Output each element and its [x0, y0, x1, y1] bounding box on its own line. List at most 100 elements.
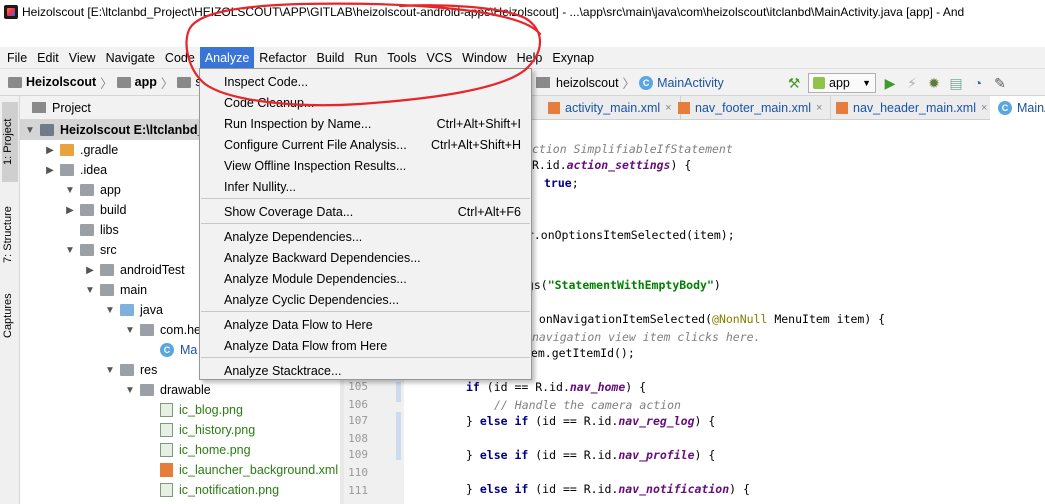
analyze-menu-item[interactable]: Analyze Backward Dependencies...: [200, 247, 531, 268]
menu-file[interactable]: File: [2, 47, 32, 69]
close-icon[interactable]: ×: [981, 102, 987, 114]
coverage-icon[interactable]: ▤: [948, 75, 964, 91]
tree-node[interactable]: ic_history.png: [20, 420, 255, 440]
code-token: nav_home: [569, 380, 626, 394]
analyze-menu-item[interactable]: Inspect Code...: [200, 71, 531, 92]
line-number: 106: [348, 398, 368, 411]
tree-node[interactable]: ▼ drawable: [20, 380, 211, 400]
chevron-right-icon[interactable]: ▶: [44, 145, 56, 156]
chevron-down-icon[interactable]: ▼: [104, 365, 116, 376]
menu-exynap[interactable]: Exynap: [547, 47, 599, 69]
menu-navigate[interactable]: Navigate: [101, 47, 160, 69]
editor-tab[interactable]: nav_footer_main.xml ×: [670, 96, 832, 120]
menu-view[interactable]: View: [64, 47, 101, 69]
tab-project[interactable]: 1: Project: [2, 102, 18, 182]
tree-node[interactable]: ic_launcher_background.xml: [20, 460, 338, 480]
analyze-menu-item[interactable]: Analyze Data Flow from Here: [200, 335, 531, 356]
chevron-down-icon[interactable]: ▼: [124, 325, 136, 336]
profiler-icon[interactable]: ◔: [970, 75, 986, 91]
analyze-menu-item[interactable]: Run Inspection by Name... Ctrl+Alt+Shift+…: [200, 113, 531, 134]
menu-item-label: View Offline Inspection Results...: [224, 158, 407, 173]
window-title: Heizolscout [E:\ltclanbd_Project\HEIZOLS…: [22, 5, 965, 19]
menu-edit[interactable]: Edit: [32, 47, 64, 69]
code-token: }: [466, 414, 480, 428]
image-file-icon: [160, 443, 173, 457]
chevron-down-icon[interactable]: ▼: [64, 245, 76, 256]
tree-node[interactable]: ▶ .gradle: [20, 140, 118, 160]
image-file-icon: [160, 423, 173, 437]
menu-help[interactable]: Help: [512, 47, 548, 69]
analyze-menu-item[interactable]: Analyze Cyclic Dependencies...: [200, 289, 531, 310]
class-icon: C: [998, 101, 1012, 115]
menu-vcs[interactable]: VCS: [421, 47, 457, 69]
hammer-icon[interactable]: ⚒: [786, 75, 802, 91]
chevron-right-icon[interactable]: ▶: [84, 265, 96, 276]
analyze-menu-item[interactable]: View Offline Inspection Results...: [200, 155, 531, 176]
code-token: nav_notification: [618, 482, 730, 496]
chevron-right-icon[interactable]: ▶: [44, 165, 56, 176]
tree-node[interactable]: ▼ main: [20, 280, 147, 300]
menu-build[interactable]: Build: [312, 47, 350, 69]
chevron-right-icon[interactable]: ▶: [64, 205, 76, 216]
close-icon[interactable]: ×: [816, 102, 822, 114]
tab-structure[interactable]: 7: Structure: [2, 192, 18, 278]
menu-item-label: Analyze Cyclic Dependencies...: [224, 292, 400, 307]
menu-refactor[interactable]: Refactor: [254, 47, 311, 69]
tree-node[interactable]: ▼ src: [20, 240, 117, 260]
analyze-menu-item[interactable]: Code Cleanup...: [200, 92, 531, 113]
tree-node[interactable]: ▼ com.he: [20, 320, 201, 340]
editor-tab[interactable]: nav_header_main.xml ×: [828, 96, 997, 120]
tree-node[interactable]: ▶ build: [20, 200, 126, 220]
code-line: } else if (id == R.id.nav_reg_log) {: [466, 414, 715, 428]
menu-analyze[interactable]: Analyze: [199, 46, 255, 69]
analyze-menu-item[interactable]: Infer Nullity...: [200, 176, 531, 197]
analyze-menu-item[interactable]: Configure Current File Analysis... Ctrl+A…: [200, 134, 531, 155]
analyze-menu-item[interactable]: Analyze Dependencies...: [200, 226, 531, 247]
analyze-menu-item[interactable]: Show Coverage Data... Ctrl+Alt+F6: [200, 201, 531, 222]
analyze-menu-item[interactable]: Analyze Stacktrace...: [200, 360, 531, 381]
code-token: if: [466, 380, 480, 394]
run-icon[interactable]: ▶: [882, 75, 898, 91]
editor-tab[interactable]: C MainA: [990, 96, 1045, 120]
tree-node[interactable]: ▶ androidTest: [20, 260, 184, 280]
tree-node[interactable]: ▼ app: [20, 180, 121, 200]
chevron-down-icon[interactable]: ▼: [124, 385, 136, 396]
chevron-down-icon[interactable]: ▼: [24, 125, 36, 136]
stop-icon[interactable]: ✎: [992, 75, 1008, 91]
analyze-menu-item[interactable]: Analyze Data Flow to Here: [200, 314, 531, 335]
run-toolbar: ⚒ app ▼ ▶ ⚡ ✹ ▤ ◔ ✎: [786, 69, 1008, 96]
menu-run[interactable]: Run: [349, 47, 382, 69]
debug-icon[interactable]: ✹: [926, 75, 942, 91]
change-marker[interactable]: [396, 382, 401, 402]
analyze-menu-item[interactable]: Analyze Module Dependencies...: [200, 268, 531, 289]
menu-item-label: Analyze Stacktrace...: [224, 363, 342, 378]
code-line: // Handle the camera action: [494, 398, 681, 412]
code-token: "StatementWithEmptyBody": [547, 278, 714, 292]
code-token: @NonNull: [712, 312, 768, 326]
code-token: (id == R.id.: [528, 482, 619, 496]
apply-changes-icon[interactable]: ⚡: [904, 75, 920, 91]
run-config-select[interactable]: app ▼: [808, 72, 876, 93]
breadcrumb-package[interactable]: heizolscout: [556, 76, 619, 90]
xml-file-icon: [678, 102, 690, 114]
editor-tab[interactable]: activity_main.xml ×: [540, 96, 681, 120]
chevron-down-icon[interactable]: ▼: [104, 305, 116, 316]
tree-node[interactable]: ic_notification.png: [20, 480, 279, 500]
change-marker[interactable]: [396, 412, 401, 460]
breadcrumb-app[interactable]: app 〉: [116, 73, 178, 92]
breadcrumb-class[interactable]: MainActivity: [657, 76, 724, 90]
breadcrumb-project[interactable]: Heizolscout 〉: [8, 73, 117, 92]
menu-code[interactable]: Code: [160, 47, 200, 69]
menu-tools[interactable]: Tools: [382, 47, 421, 69]
tree-node[interactable]: ▼ res: [20, 360, 157, 380]
chevron-down-icon[interactable]: ▼: [64, 185, 76, 196]
tree-node[interactable]: ▼ java: [20, 300, 163, 320]
tree-node[interactable]: ic_home.png: [20, 440, 251, 460]
tab-captures[interactable]: Captures: [2, 286, 18, 346]
tree-node[interactable]: ▶ .idea: [20, 160, 107, 180]
menu-window[interactable]: Window: [457, 47, 511, 69]
tree-node[interactable]: C Ma: [20, 340, 197, 360]
tree-node[interactable]: libs: [20, 220, 119, 240]
tree-node[interactable]: ic_blog.png: [20, 400, 243, 420]
chevron-down-icon[interactable]: ▼: [84, 285, 96, 296]
